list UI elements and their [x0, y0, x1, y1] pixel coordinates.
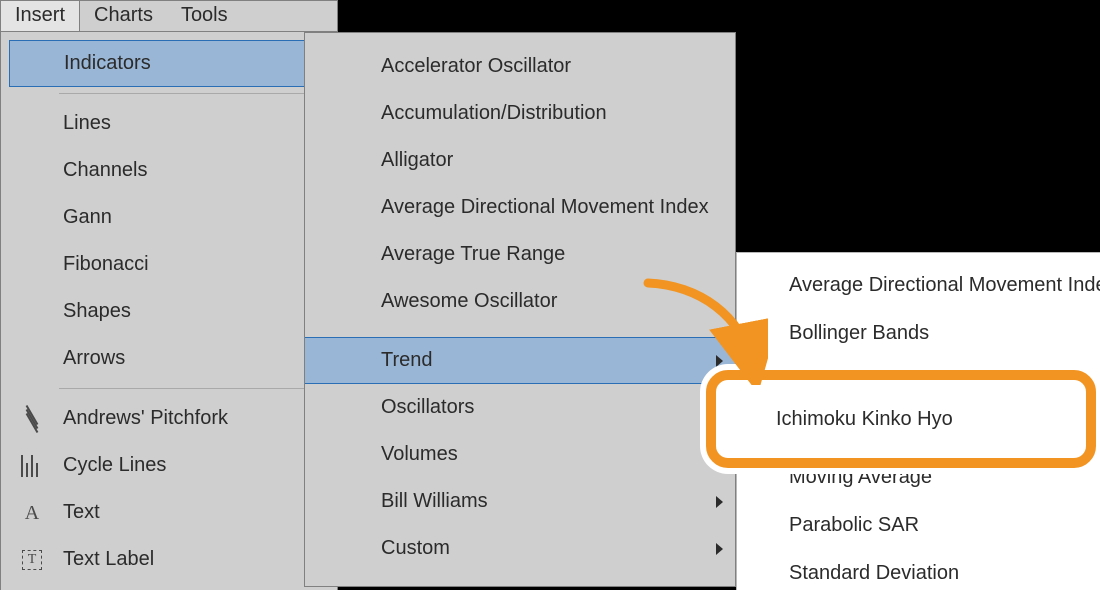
submenu-arrow-icon — [716, 449, 723, 461]
menu-item-trend[interactable]: Trend — [305, 337, 735, 384]
menu-item-moving-average[interactable]: Moving Average — [737, 453, 1100, 501]
submenu-arrow-icon — [716, 402, 723, 414]
menu-item-label: Average True Range — [381, 243, 723, 266]
menu-item-adx-trend[interactable]: Average Directional Movement Index — [737, 261, 1100, 309]
menu-item-text[interactable]: A Text — [1, 489, 337, 536]
menu-item-text-label[interactable]: T Text Label — [1, 536, 337, 583]
menu-item-label: Lines — [63, 112, 316, 135]
menu-item-envelopes[interactable]: Envelopes — [737, 357, 1100, 405]
menu-item-label: Awesome Oscillator — [381, 290, 723, 313]
menu-item-label: Average Directional Movement Index — [381, 196, 723, 219]
menu-item-fibonacci[interactable]: Fibonacci — [1, 241, 337, 288]
submenu-arrow-icon — [716, 543, 723, 555]
menu-item-channels[interactable]: Channels — [1, 147, 337, 194]
letter-a-icon: A — [1, 502, 63, 524]
menu-item-lines[interactable]: Lines — [1, 100, 337, 147]
menu-item-parabolic-sar[interactable]: Parabolic SAR — [737, 501, 1100, 549]
submenu-arrow-icon — [716, 496, 723, 508]
menu-separator — [59, 93, 325, 94]
menu-item-bollinger-bands[interactable]: Bollinger Bands — [737, 309, 1100, 357]
menu-item-label: Custom — [381, 537, 716, 560]
menu-item-standard-deviation[interactable]: Standard Deviation — [737, 549, 1100, 590]
menu-spacer — [305, 325, 735, 337]
menu-item-label: Indicators — [64, 52, 315, 75]
menu-item-label: Fibonacci — [63, 253, 316, 276]
menu-item-label: Bill Williams — [381, 490, 716, 513]
menu-item-custom[interactable]: Custom — [305, 525, 735, 572]
menu-item-label: Alligator — [381, 149, 723, 172]
menu-item-indicators[interactable]: Indicators — [9, 40, 329, 87]
menu-item-label: Standard Deviation — [789, 562, 1100, 585]
menu-item-label: Average Directional Movement Index — [789, 274, 1100, 297]
menu-item-label: Volumes — [381, 443, 716, 466]
menu-item-ichimoku[interactable]: Ichimoku Kinko Hyo — [737, 405, 1100, 453]
menubar-item-tools[interactable]: Tools — [167, 1, 242, 31]
menubar-item-charts[interactable]: Charts — [80, 1, 167, 31]
menu-item-volumes[interactable]: Volumes — [305, 431, 735, 478]
menu-item-shapes[interactable]: Shapes — [1, 288, 337, 335]
menu-item-accelerator-oscillator[interactable]: Accelerator Oscillator — [305, 43, 735, 90]
menu-item-label: Shapes — [63, 300, 316, 323]
text-box-icon: T — [1, 550, 63, 570]
menu-item-label: Bollinger Bands — [789, 322, 1100, 345]
hatch-icon — [1, 408, 63, 430]
submenu-arrow-icon — [716, 355, 723, 367]
menu-item-accumulation-distribution[interactable]: Accumulation/Distribution — [305, 90, 735, 137]
menu-item-label: Envelopes — [789, 370, 1100, 393]
menu-item-bill-williams[interactable]: Bill Williams — [305, 478, 735, 525]
menu-item-label: Trend — [381, 349, 716, 372]
menu-item-oscillators[interactable]: Oscillators — [305, 384, 735, 431]
menu-item-awesome-oscillator[interactable]: Awesome Oscillator — [305, 278, 735, 325]
menu-item-atr[interactable]: Average True Range — [305, 231, 735, 278]
menu-item-label: Andrews' Pitchfork — [63, 407, 323, 430]
menu-item-label: Moving Average — [789, 466, 1100, 489]
menu-item-label: Accelerator Oscillator — [381, 55, 723, 78]
menu-item-gann[interactable]: Gann — [1, 194, 337, 241]
menu-item-adx[interactable]: Average Directional Movement Index — [305, 184, 735, 231]
menu-item-label: Accumulation/Distribution — [381, 102, 723, 125]
menu-separator — [59, 388, 325, 389]
indicators-submenu: Accelerator Oscillator Accumulation/Dist… — [304, 32, 736, 587]
menu-item-label: Parabolic SAR — [789, 514, 1100, 537]
bars-icon — [1, 455, 63, 477]
insert-menu: Indicators Lines Channels Gann Fibonacci… — [0, 32, 338, 590]
menu-item-cycle-lines[interactable]: Cycle Lines — [1, 442, 337, 489]
menu-item-label: Channels — [63, 159, 316, 182]
menu-item-label: Cycle Lines — [63, 454, 323, 477]
menu-item-label: Arrows — [63, 347, 316, 370]
menubar-item-insert[interactable]: Insert — [1, 1, 80, 31]
menubar: Insert Charts Tools — [0, 0, 338, 32]
menu-item-andrews-pitchfork[interactable]: Andrews' Pitchfork — [1, 395, 337, 442]
menu-item-label: Oscillators — [381, 396, 716, 419]
menu-item-label: Gann — [63, 206, 316, 229]
trend-submenu: Average Directional Movement Index Bolli… — [736, 252, 1100, 590]
menu-item-label: Text Label — [63, 548, 323, 571]
menu-item-arrows[interactable]: Arrows — [1, 335, 337, 382]
menu-item-label: Text — [63, 501, 323, 524]
menu-item-label: Ichimoku Kinko Hyo — [789, 418, 1100, 441]
menu-item-alligator[interactable]: Alligator — [305, 137, 735, 184]
